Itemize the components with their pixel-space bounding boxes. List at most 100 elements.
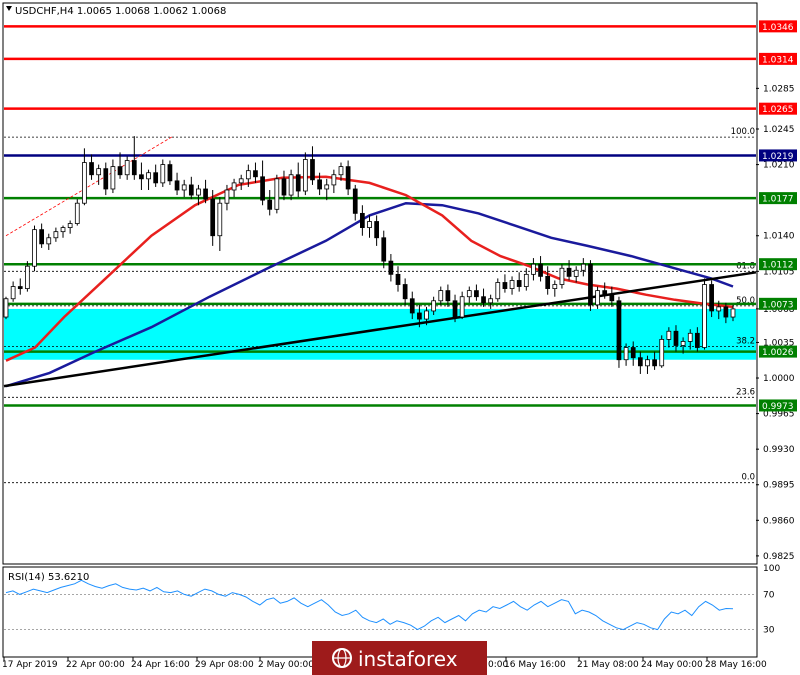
candle-body: [39, 229, 44, 245]
candle-body: [46, 237, 52, 245]
candle-body: [203, 188, 208, 200]
candle-body: [409, 298, 415, 314]
candle-body: [231, 182, 237, 191]
candle-body: [723, 306, 729, 318]
candle-body: [124, 160, 130, 176]
candle-body: [146, 172, 151, 180]
candle-body: [402, 284, 408, 300]
time-tick-label: 24 Apr 16:00: [131, 660, 190, 670]
time-tick-label: 24 May 00:00: [641, 660, 703, 670]
candle: [274, 174, 280, 214]
level-tag-label: 1.0112: [762, 261, 794, 271]
candle: [3, 296, 9, 320]
candle-body: [367, 221, 372, 228]
level-tag-label: 1.0073: [762, 300, 794, 310]
level-tag-label: 1.0219: [762, 152, 794, 162]
rsi-tick-label: 30: [763, 626, 775, 636]
fib-label: 0.0: [741, 473, 755, 483]
candle-body: [96, 168, 102, 176]
time-tick-label: 22 Apr 00:00: [66, 660, 125, 670]
candle-body: [695, 332, 700, 348]
price-tick-label: 0.9930: [763, 445, 795, 455]
candle-body: [3, 298, 9, 318]
candle-body: [438, 290, 444, 302]
time-tick-label-partial: 0:00: [488, 660, 508, 670]
candle-body: [352, 188, 358, 214]
candle-body: [53, 231, 59, 239]
candle-body: [580, 263, 586, 271]
candle-body: [103, 168, 109, 190]
candle-body: [196, 188, 201, 196]
fib-label: 100.0: [731, 127, 755, 137]
candle: [32, 225, 37, 272]
fib-label: 61.8: [736, 261, 755, 271]
level-tag-label: 1.0177: [762, 195, 794, 205]
level-tag-label: 1.0346: [762, 23, 794, 33]
candle-body: [338, 166, 344, 176]
rsi-axis: 100 70 30: [763, 564, 780, 636]
candle-body: [545, 275, 551, 289]
candle-body: [181, 184, 187, 191]
candle-body: [516, 280, 522, 287]
candle-body: [217, 202, 223, 237]
candle-body: [117, 166, 123, 176]
candle-body: [538, 263, 543, 277]
candle: [702, 278, 707, 350]
price-tick-label: 0.9895: [763, 481, 795, 491]
candle-body: [595, 290, 600, 306]
candle-body: [374, 221, 379, 239]
candle-body: [445, 290, 451, 302]
candle-body: [224, 189, 230, 204]
candle-body: [523, 273, 529, 287]
candle-body: [89, 162, 94, 176]
level-tags: 1.0346 1.0314 1.0265 1.0219 1.0177 1.0112 1.00…: [759, 20, 797, 412]
candle-body: [17, 286, 23, 289]
candle-body: [680, 341, 686, 346]
candle-body: [602, 290, 608, 296]
price-tick-label: 1.0000: [763, 374, 795, 384]
rsi-tick-label: 70: [763, 590, 775, 600]
candle-body: [10, 286, 16, 300]
candle-body: [267, 199, 273, 210]
candle-body: [730, 308, 736, 318]
rsi-tick-label: 100: [763, 564, 780, 574]
candle-body: [637, 357, 643, 367]
chart-canvas: 100.061.850.038.223.60.0 1.02851.02451.0…: [2, 2, 797, 675]
candle-body: [566, 267, 572, 277]
candle-body: [260, 176, 265, 201]
candle-body: [531, 263, 536, 275]
candle-body: [32, 229, 37, 267]
level-tag-label: 1.0265: [762, 105, 794, 115]
candle-body: [67, 223, 73, 229]
candle-body: [623, 347, 629, 361]
level-tag-label: 0.9973: [762, 402, 794, 412]
candle-body: [652, 359, 657, 367]
candle-body: [210, 198, 216, 237]
candle-body: [666, 330, 672, 340]
candle-body: [616, 300, 622, 361]
price-tick-label: 1.0285: [763, 84, 795, 94]
candle-body: [424, 310, 429, 320]
candle-body: [459, 296, 465, 318]
candle-body: [324, 184, 330, 190]
candle-body: [360, 212, 365, 229]
candle-body: [388, 260, 394, 275]
candle-body: [481, 296, 486, 304]
candle-body: [188, 184, 194, 196]
time-tick-label: 21 May 08:00: [577, 660, 639, 670]
price-tick-label: 1.0140: [763, 232, 795, 242]
candle-body: [659, 338, 665, 367]
candle-body: [466, 290, 472, 298]
candle-body: [160, 164, 166, 184]
candle-body: [645, 359, 650, 367]
candle-body: [495, 282, 501, 300]
candle-body: [552, 284, 558, 289]
fib-label: 23.6: [736, 387, 755, 397]
candle-body: [559, 267, 565, 285]
time-tick-label: 29 Apr 08:00: [195, 660, 254, 670]
candle-body: [331, 174, 337, 186]
candle-body: [588, 263, 593, 306]
candle-body: [381, 237, 387, 262]
time-tick-label: 16 May 16:00: [504, 660, 566, 670]
candle: [588, 260, 593, 311]
